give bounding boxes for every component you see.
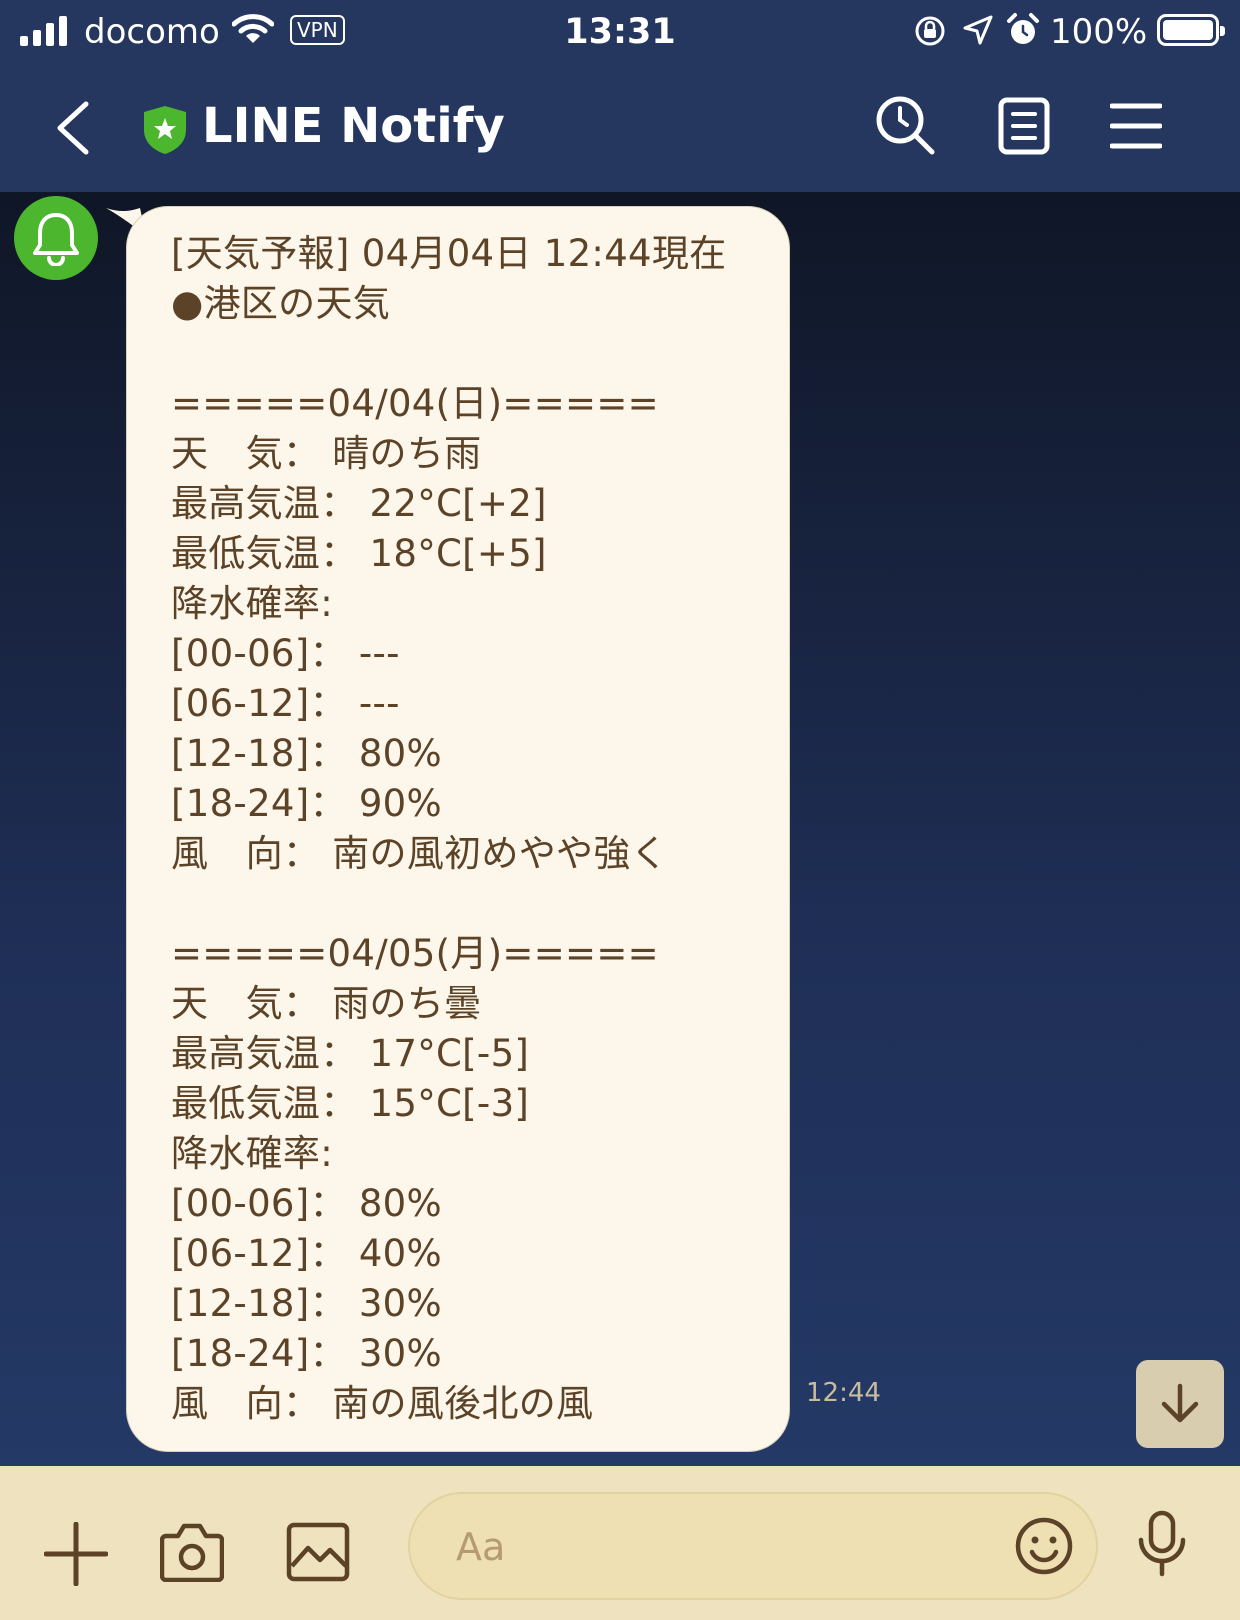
- image-icon[interactable]: [286, 1522, 350, 1582]
- message-line: =====04/04(日)=====: [171, 382, 659, 425]
- camera-icon[interactable]: [160, 1522, 224, 1582]
- message-line: 天 気： 雨のち曇: [171, 982, 482, 1025]
- message-line: [天気予報] 04月04日 12:44現在: [171, 232, 727, 275]
- search-icon[interactable]: [874, 94, 938, 158]
- message-line: 降水確率:: [171, 1132, 333, 1175]
- message-line: 風 向： 南の風初めやや強く: [171, 832, 668, 875]
- chat-title: LINE Notify: [202, 98, 505, 154]
- plus-icon[interactable]: [44, 1522, 108, 1586]
- message-line: [18-24]： 90%: [171, 782, 442, 825]
- message-line: [00-06]： ---: [171, 632, 400, 675]
- message-line: =====04/05(月)=====: [171, 932, 659, 975]
- shield-star-icon: [144, 106, 186, 154]
- scroll-to-bottom-button[interactable]: [1136, 1360, 1224, 1448]
- message-line: [12-18]： 80%: [171, 732, 442, 775]
- message-line: 降水確率:: [171, 582, 333, 625]
- message-line: [06-12]： ---: [171, 682, 400, 725]
- message-line: ●港区の天気: [171, 282, 391, 325]
- bot-avatar[interactable]: [14, 196, 98, 280]
- message-line: [18-24]： 30%: [171, 1332, 442, 1375]
- microphone-icon[interactable]: [1136, 1510, 1188, 1578]
- status-bar: docomo VPN 13:31 100%: [0, 0, 1240, 64]
- orientation-lock-icon: [915, 16, 945, 46]
- message-line: 最低気温： 18°C[+5]: [171, 532, 547, 575]
- message-line: 最高気温： 17°C[-5]: [171, 1032, 530, 1075]
- bell-icon: [33, 213, 79, 266]
- back-icon[interactable]: [48, 98, 98, 158]
- chat-header: LINE Notify: [0, 64, 1240, 192]
- message-line: [12-18]： 30%: [171, 1282, 442, 1325]
- message-line: 最低気温： 15°C[-3]: [171, 1082, 530, 1125]
- battery-percent: 100%: [1050, 12, 1148, 52]
- message-line: 天 気： 晴のち雨: [171, 432, 482, 475]
- message-line: [00-06]： 80%: [171, 1182, 442, 1225]
- location-icon: [963, 15, 993, 45]
- notes-icon[interactable]: [996, 96, 1052, 156]
- input-bar: Aa: [0, 1466, 1240, 1620]
- chat-area[interactable]: [天気予報] 04月04日 12:44現在 ●港区の天気 =====04/04(日)…: [0, 192, 1240, 1466]
- emoji-icon[interactable]: [1014, 1516, 1074, 1576]
- alarm-icon: [1007, 13, 1039, 44]
- message-input[interactable]: Aa: [408, 1492, 1098, 1600]
- message-line: 風 向： 南の風後北の風: [171, 1382, 594, 1425]
- battery-icon: [1157, 14, 1225, 46]
- message-line: 最高気温： 22°C[+2]: [171, 482, 547, 525]
- arrow-down-icon: [1161, 1383, 1199, 1423]
- message-input-placeholder: Aa: [456, 1525, 506, 1569]
- message-bubble[interactable]: [天気予報] 04月04日 12:44現在 ●港区の天気 =====04/04(日)…: [126, 206, 790, 1452]
- message-line: [06-12]： 40%: [171, 1232, 442, 1275]
- message-timestamp: 12:44: [806, 1378, 881, 1408]
- menu-icon[interactable]: [1110, 102, 1162, 150]
